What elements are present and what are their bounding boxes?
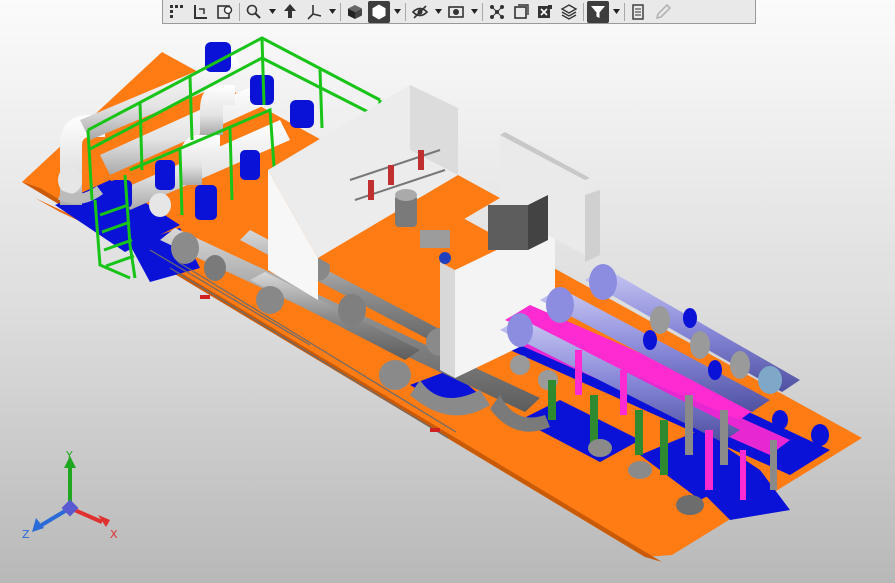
pan-button[interactable]	[279, 1, 301, 23]
orientation-button[interactable]	[190, 1, 212, 23]
toolbar-separator	[239, 2, 240, 21]
layer-frame-button[interactable]	[510, 1, 532, 23]
tree-grid-button[interactable]	[166, 1, 188, 23]
zoom-button[interactable]	[243, 1, 265, 23]
camera-view-dropdown[interactable]	[468, 1, 480, 23]
layer-frame-icon	[514, 3, 529, 19]
axis-view-icon	[307, 4, 322, 20]
orientation-corner-icon	[194, 4, 207, 19]
viewport-canvas[interactable]: Y X Z	[0, 0, 895, 583]
shaded-cube-icon	[348, 4, 362, 19]
stack-layers-icon	[560, 3, 578, 20]
toolbar-separator	[482, 2, 483, 21]
dropper-button[interactable]	[652, 1, 674, 23]
hidden-view-dropdown[interactable]	[432, 1, 444, 23]
hidden-view-icon	[411, 4, 429, 19]
zoom-magnifier-icon	[246, 4, 261, 19]
solid-display-button[interactable]	[368, 0, 390, 23]
zoom-dropdown[interactable]	[266, 1, 278, 23]
view-toolbar	[162, 0, 756, 24]
chevron-down-icon	[612, 9, 620, 14]
toolbar-separator	[340, 2, 341, 21]
chevron-down-icon	[268, 9, 276, 14]
shaded-cube-button[interactable]	[344, 1, 366, 23]
zoom-frame-button[interactable]	[214, 1, 236, 23]
properties-grid-icon	[632, 3, 644, 20]
chevron-down-icon	[328, 9, 336, 14]
stack-layers-button[interactable]	[558, 1, 580, 23]
x-axis-label: X	[110, 528, 118, 541]
nodes-icon	[490, 4, 504, 19]
zoom-frame-icon	[217, 4, 233, 19]
camera-view-icon	[448, 5, 464, 18]
chevron-down-icon	[470, 9, 478, 14]
pan-arrow-icon	[284, 3, 296, 18]
tree-grid-icon	[170, 4, 183, 18]
hidden-view-button[interactable]	[409, 1, 431, 23]
nodes-button[interactable]	[486, 1, 508, 23]
filter-dropdown[interactable]	[610, 1, 622, 23]
section-view-icon	[538, 4, 552, 18]
filter-button[interactable]	[587, 0, 609, 23]
y-axis-label: Y	[65, 449, 73, 462]
properties-button[interactable]	[628, 1, 650, 23]
section-view-button[interactable]	[534, 1, 556, 23]
z-axis-label: Z	[22, 528, 30, 541]
axis-view-button[interactable]	[303, 1, 325, 23]
camera-view-button[interactable]	[445, 1, 467, 23]
dropper-icon	[655, 3, 672, 19]
chevron-down-icon	[434, 9, 442, 14]
axis-view-dropdown[interactable]	[326, 1, 338, 23]
toolbar-separator	[624, 2, 625, 21]
axis-triad: Y X Z	[22, 449, 118, 541]
chevron-down-icon	[393, 9, 401, 14]
toolbar-separator	[583, 2, 584, 21]
solid-display-dropdown[interactable]	[391, 1, 403, 23]
toolbar-separator	[405, 2, 406, 21]
hexagon-solid-icon	[372, 4, 386, 19]
filter-icon	[591, 5, 605, 18]
